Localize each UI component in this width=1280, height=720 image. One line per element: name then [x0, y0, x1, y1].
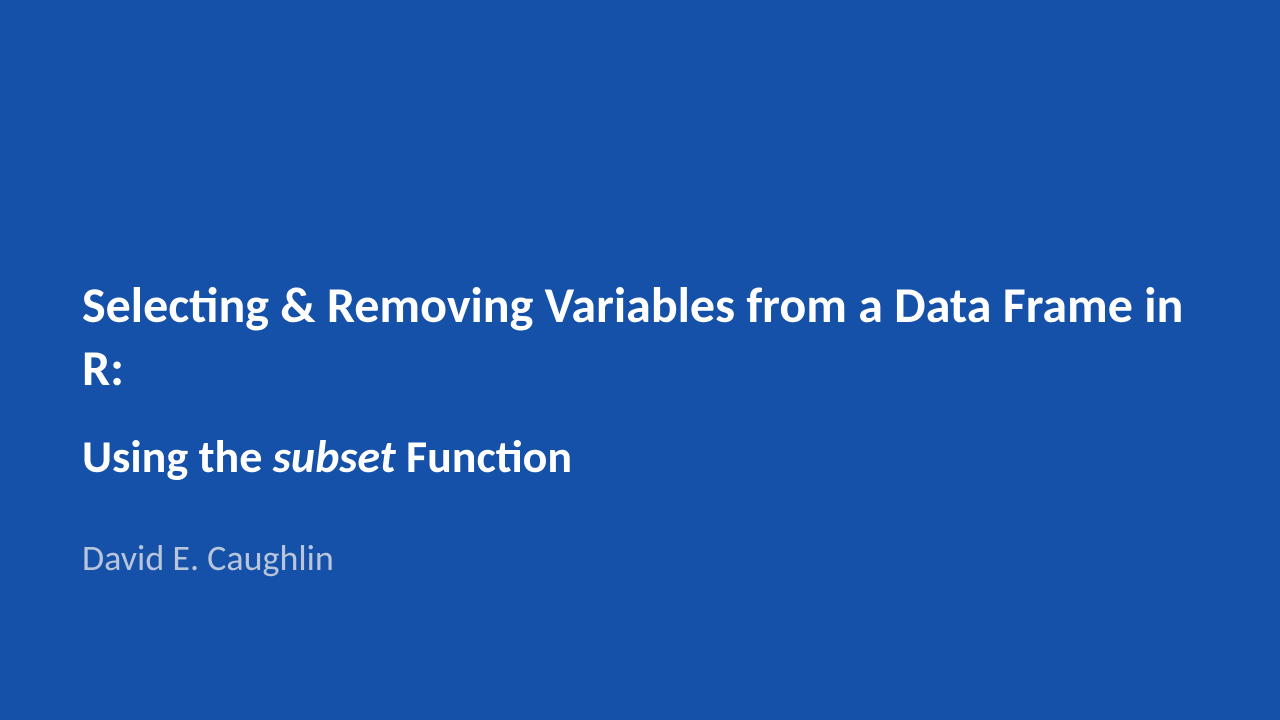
slide-content: Selecting & Removing Variables from a Da… [82, 275, 1220, 580]
subtitle-italic: subset [273, 429, 396, 485]
slide-subtitle: Using the subset Function [82, 428, 1220, 488]
slide-author: David E. Caughlin [82, 536, 1220, 580]
slide-title: Selecting & Removing Variables from a Da… [82, 275, 1220, 400]
subtitle-suffix: Function [396, 429, 572, 485]
subtitle-prefix: Using the [82, 429, 273, 485]
